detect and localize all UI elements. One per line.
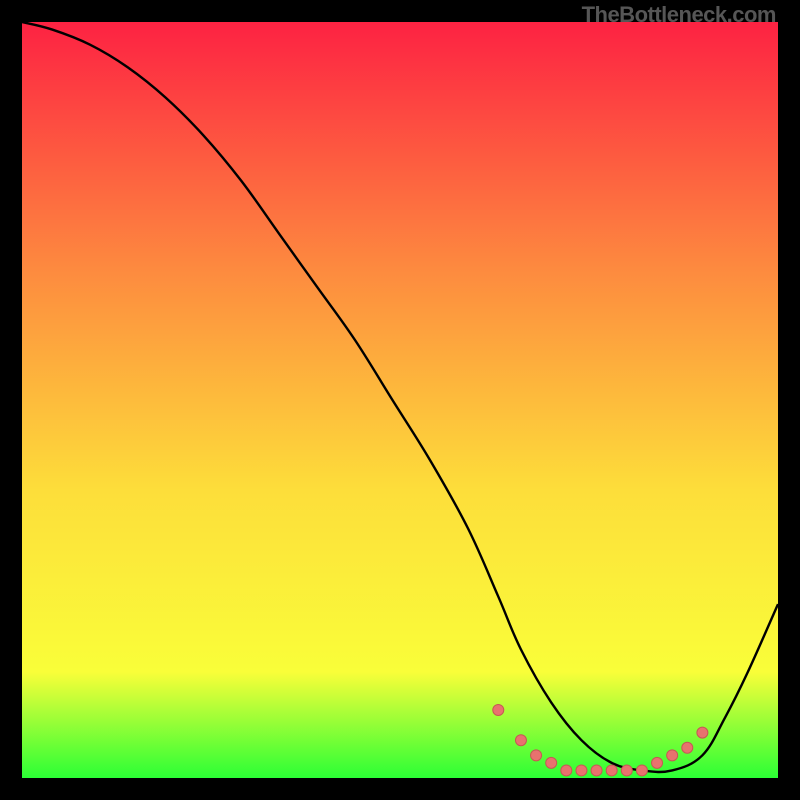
plot-area — [22, 22, 778, 778]
data-point — [576, 765, 587, 776]
data-point — [652, 757, 663, 768]
data-point — [493, 704, 504, 715]
data-point — [697, 727, 708, 738]
gradient-background — [22, 22, 778, 778]
data-point — [636, 765, 647, 776]
data-point — [546, 757, 557, 768]
data-point — [561, 765, 572, 776]
data-point — [682, 742, 693, 753]
data-point — [621, 765, 632, 776]
bottleneck-chart — [22, 22, 778, 778]
data-point — [531, 750, 542, 761]
watermark-text: TheBottleneck.com — [582, 2, 776, 28]
data-point — [606, 765, 617, 776]
data-point — [667, 750, 678, 761]
data-point — [515, 735, 526, 746]
data-point — [591, 765, 602, 776]
